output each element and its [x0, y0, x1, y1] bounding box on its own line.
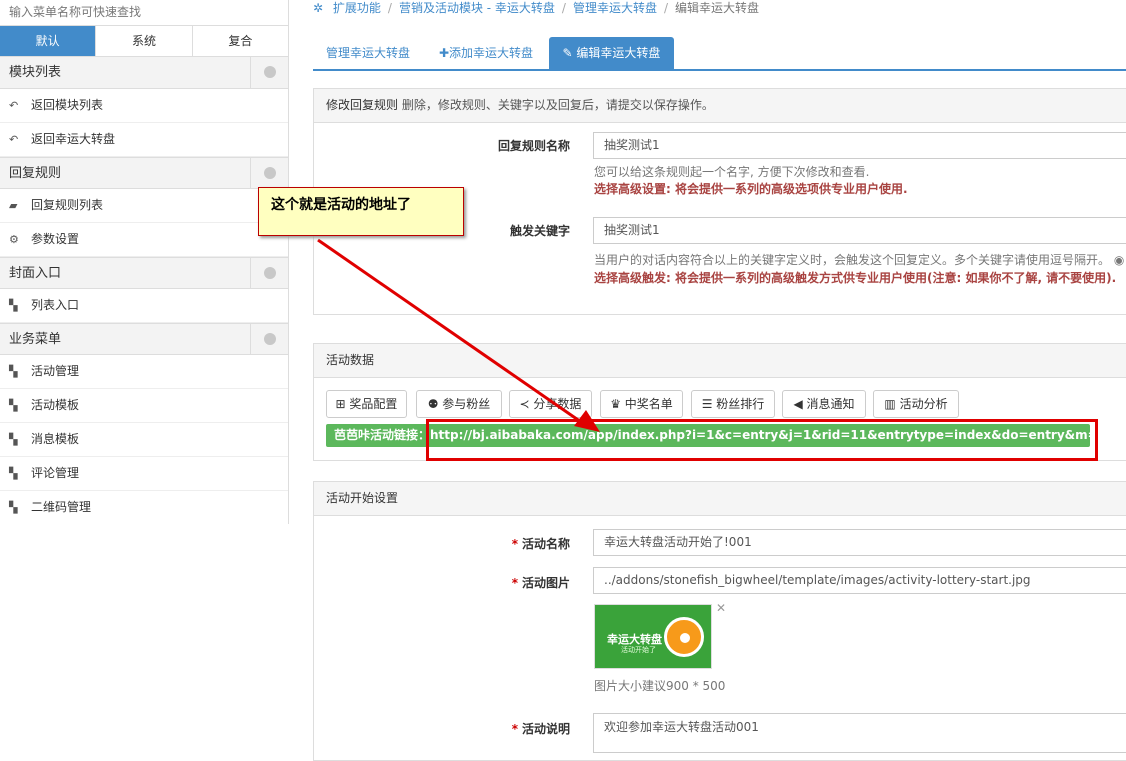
- annotation-arrow: [317, 238, 600, 432]
- annotation-callout: 这个就是活动的地址了: [258, 187, 464, 236]
